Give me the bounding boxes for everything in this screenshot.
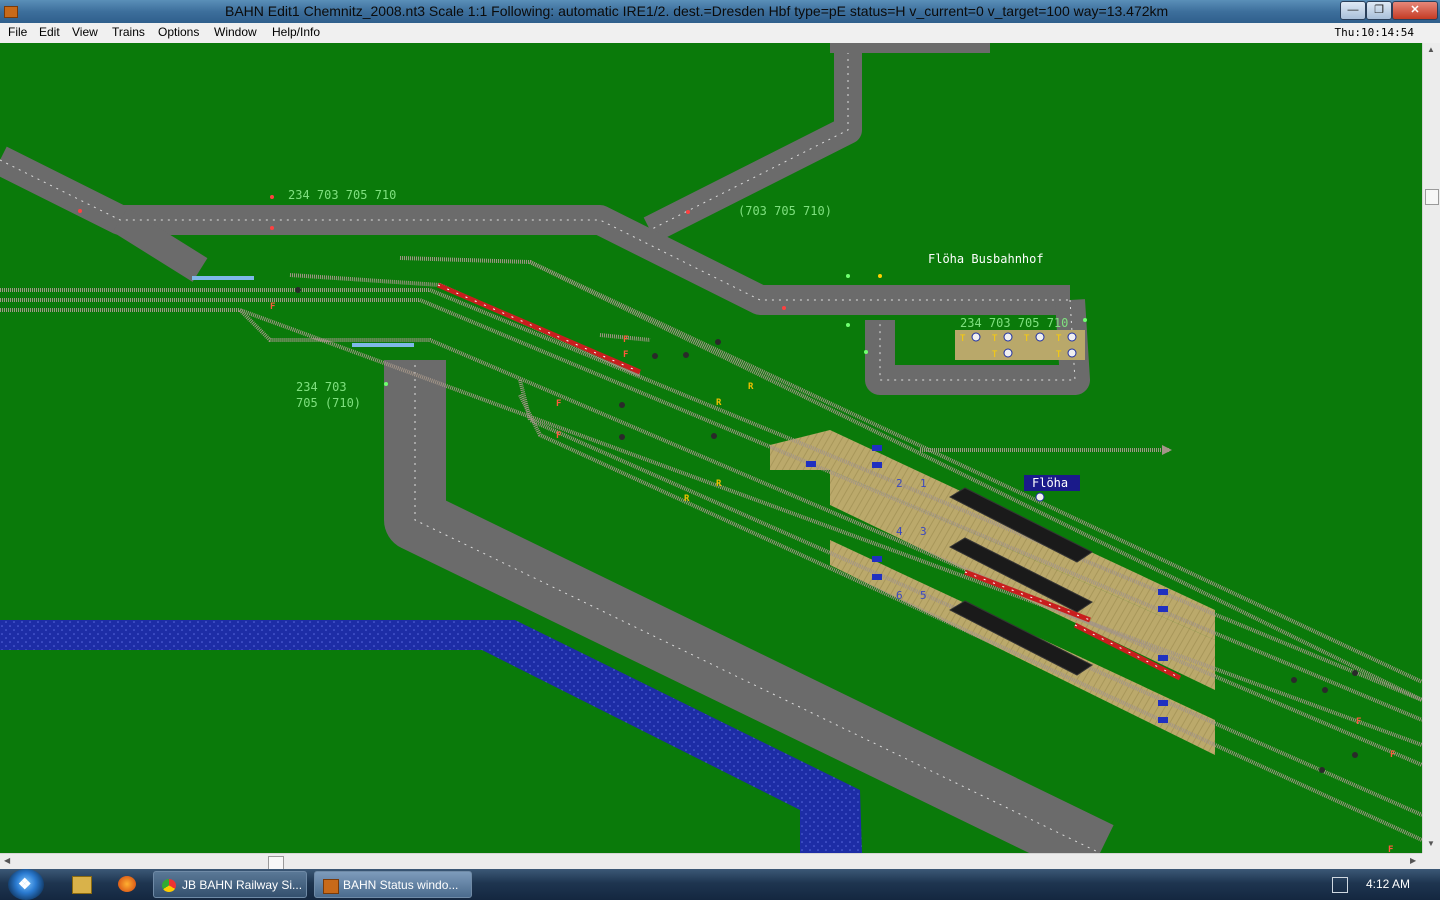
route-label-left-2: 705 (710) [296, 396, 361, 410]
menu-trains[interactable]: Trains [112, 25, 145, 39]
route-label-top-right: (703 705 710) [738, 204, 832, 218]
route-label-top: 234 703 705 710 [288, 188, 396, 202]
maximize-button[interactable]: ❐ [1366, 1, 1392, 20]
svg-text:F: F [270, 302, 275, 312]
svg-text:T: T [1024, 334, 1030, 344]
svg-text:F: F [623, 350, 628, 360]
menu-options[interactable]: Options [158, 25, 199, 39]
firefox-icon[interactable] [118, 876, 136, 892]
svg-text:R: R [716, 398, 722, 408]
taskbar-item-label: JB BAHN Railway Si... [182, 878, 303, 892]
vertical-scrollbar[interactable]: ▲ ▼ [1422, 43, 1440, 853]
svg-text:T: T [992, 350, 998, 360]
scroll-down-icon[interactable]: ▼ [1427, 839, 1435, 848]
road-top [830, 43, 990, 53]
svg-text:F: F [623, 335, 628, 345]
menu-bar: File Edit View Trains Options Window Hel… [0, 23, 1440, 44]
svg-text:F: F [556, 399, 561, 409]
title-bar[interactable]: BAHN Edit1 Chemnitz_2008.nt3 Scale 1:1 F… [0, 0, 1440, 23]
horizontal-scrollbar[interactable]: ◀ ▶ [0, 853, 1422, 870]
map-svg[interactable]: F F F F F R R R R F F F TTTT TT 2 1 4 3 [0, 43, 1422, 853]
simulation-clock: Thu:10:14:54 [1334, 26, 1414, 39]
scroll-right-icon[interactable]: ▶ [1410, 856, 1416, 865]
horizontal-scroll-thumb[interactable] [268, 856, 284, 870]
scroll-corner [1422, 853, 1440, 869]
file-explorer-icon[interactable] [72, 876, 92, 894]
minimize-button[interactable]: — [1340, 1, 1366, 20]
svg-text:R: R [716, 479, 722, 489]
svg-text:F: F [1356, 717, 1361, 727]
platform-number: 4 [896, 525, 903, 538]
taskbar-item-bahn-railway[interactable]: JB BAHN Railway Si... [153, 871, 307, 898]
menu-help-info[interactable]: Help/Info [272, 25, 320, 39]
bridge-marker [192, 276, 254, 280]
chrome-icon [162, 879, 176, 892]
svg-text:R: R [748, 382, 754, 392]
menu-edit[interactable]: Edit [39, 25, 60, 39]
svg-text:F: F [556, 431, 561, 441]
vertical-scroll-thumb[interactable] [1425, 189, 1439, 205]
menu-file[interactable]: File [8, 25, 27, 39]
menu-window[interactable]: Window [214, 25, 257, 39]
train-icon [323, 879, 339, 894]
system-clock[interactable]: 4:12 AM [1366, 877, 1410, 891]
window-title: BAHN Edit1 Chemnitz_2008.nt3 Scale 1:1 F… [225, 3, 1169, 19]
platform-number: 6 [896, 589, 903, 602]
close-button[interactable]: ✕ [1392, 1, 1438, 20]
start-button[interactable]: ❖ [8, 869, 44, 900]
taskbar: ❖ JB BAHN Railway Si... BAHN Status wind… [0, 869, 1440, 900]
route-label-left-1: 234 703 [296, 380, 347, 394]
svg-text:T: T [1056, 350, 1062, 360]
app-icon[interactable] [4, 6, 18, 18]
svg-text:T: T [992, 334, 998, 344]
svg-text:T: T [960, 334, 966, 344]
scroll-up-icon[interactable]: ▲ [1427, 45, 1435, 54]
menu-view[interactable]: View [72, 25, 98, 39]
bridge-marker [352, 343, 414, 347]
taskbar-item-bahn-status[interactable]: BAHN Status windo... [314, 871, 472, 898]
platform-number: 1 [920, 477, 927, 490]
bus-routes-label: 234 703 705 710 [960, 316, 1068, 330]
station-name-label[interactable]: Flöha [1032, 476, 1068, 490]
taskbar-item-label: BAHN Status windo... [343, 878, 459, 892]
svg-text:T: T [1056, 334, 1062, 344]
platform-number: 3 [920, 525, 927, 538]
svg-text:F: F [1390, 750, 1395, 760]
platform-number: 5 [920, 589, 927, 602]
svg-text:R: R [684, 494, 690, 504]
windows-logo-icon: ❖ [18, 876, 32, 893]
platform-number: 2 [896, 477, 903, 490]
railway-map[interactable]: F F F F F R R R R F F F TTTT TT 2 1 4 3 [0, 43, 1422, 853]
network-icon[interactable] [1332, 877, 1348, 893]
bus-station-label: Flöha Busbahnhof [928, 252, 1044, 266]
svg-text:F: F [1388, 845, 1393, 853]
scroll-left-icon[interactable]: ◀ [4, 856, 10, 865]
